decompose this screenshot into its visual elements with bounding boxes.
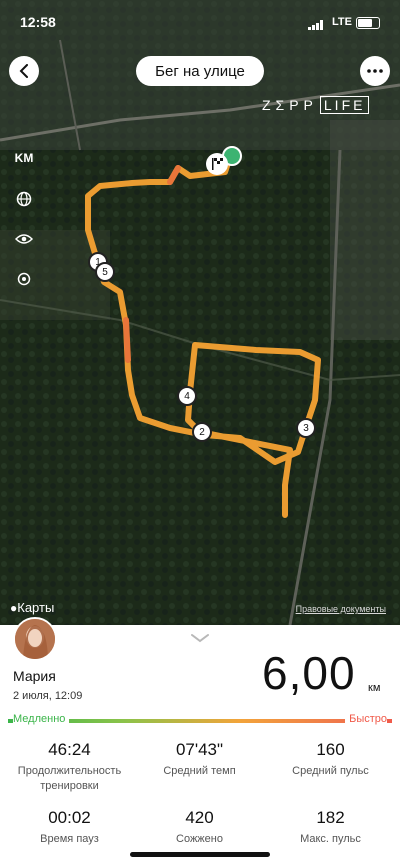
- stat-avg-pace: 07'43" Средний темп: [133, 740, 266, 779]
- finish-flag-icon[interactable]: [206, 153, 228, 175]
- network-type: LTE: [332, 16, 352, 28]
- stat-max-heart-rate: 182 Макс. пульс: [264, 808, 397, 847]
- pace-slow-label: Медленно: [13, 713, 70, 725]
- stat-avg-heart-rate: 160 Средний пульс: [264, 740, 397, 779]
- stat-label: Время пауз: [40, 833, 99, 845]
- back-button[interactable]: [9, 56, 39, 86]
- stat-label: Продолжительность тренировки: [17, 765, 122, 792]
- stat-label: Средний пульс: [292, 765, 369, 777]
- location-target-icon: [17, 272, 31, 286]
- stat-calories: 420 Сожжено: [133, 808, 266, 847]
- stat-value: 07'43": [175, 740, 224, 759]
- stat-label: Макс. пульс: [300, 833, 361, 845]
- visibility-button[interactable]: [11, 226, 37, 252]
- km-marker-4[interactable]: 4: [177, 386, 197, 406]
- maps-label: Карты: [17, 600, 55, 615]
- distance-value: 6,00: [262, 647, 356, 699]
- chevron-left-icon: [19, 64, 28, 78]
- status-bar: 12:58 LTE: [20, 14, 380, 32]
- recenter-button[interactable]: [11, 266, 37, 292]
- km-marker-label: 5: [102, 266, 108, 278]
- unit-label: KM: [14, 151, 34, 165]
- battery-icon: [356, 17, 380, 29]
- legal-documents-link[interactable]: Правовые документы: [296, 604, 386, 614]
- home-indicator[interactable]: [130, 852, 270, 857]
- km-marker-2[interactable]: 2: [192, 422, 212, 442]
- brand-logo: ZΣPP LIFE: [262, 96, 370, 114]
- pace-fast-label: Быстро: [345, 713, 387, 725]
- km-marker-label: 4: [184, 390, 190, 402]
- signal-icon: [308, 17, 324, 33]
- stat-value: 160: [316, 740, 345, 759]
- stat-label: Средний темп: [163, 765, 236, 777]
- stat-duration: 46:24 Продолжительность тренировки: [3, 740, 136, 794]
- km-marker-3[interactable]: 3: [296, 418, 316, 438]
- route-map[interactable]: 1 5 4 2 3 12:58 LTE Бег на улице ZΣPP LIF…: [0, 0, 400, 625]
- status-time: 12:58: [20, 14, 56, 30]
- user-name: Мария: [13, 668, 56, 684]
- more-dots-icon: [367, 69, 383, 73]
- km-marker-5[interactable]: 5: [95, 262, 115, 282]
- km-marker-label: 3: [303, 422, 309, 434]
- workout-date: 2 июля, 12:09: [13, 690, 83, 702]
- eye-icon: [15, 234, 33, 244]
- distance-unit: км: [368, 682, 381, 694]
- satellite-background: [0, 0, 400, 625]
- km-marker-label: 2: [199, 426, 205, 438]
- stat-pause-time: 00:02 Время пауз: [3, 808, 136, 847]
- chevron-down-icon: [191, 634, 209, 643]
- stat-value: 420: [185, 808, 214, 827]
- apple-maps-attribution: ●Карты: [10, 600, 54, 615]
- collapse-sheet-button[interactable]: [190, 630, 210, 648]
- more-options-button[interactable]: [360, 56, 390, 86]
- unit-toggle-button[interactable]: KM: [11, 145, 37, 171]
- stat-value: 182: [316, 808, 345, 827]
- workout-title: Бег на улице: [136, 56, 264, 86]
- avatar[interactable]: [13, 617, 57, 661]
- map-type-button[interactable]: [11, 186, 37, 212]
- globe-icon: [16, 191, 32, 207]
- stat-value: 46:24: [48, 740, 91, 759]
- stat-label: Сожжено: [176, 833, 223, 845]
- stat-value: 00:02: [48, 808, 91, 827]
- brand-suffix: LIFE: [319, 96, 370, 114]
- brand-prefix: ZΣPP: [262, 97, 318, 113]
